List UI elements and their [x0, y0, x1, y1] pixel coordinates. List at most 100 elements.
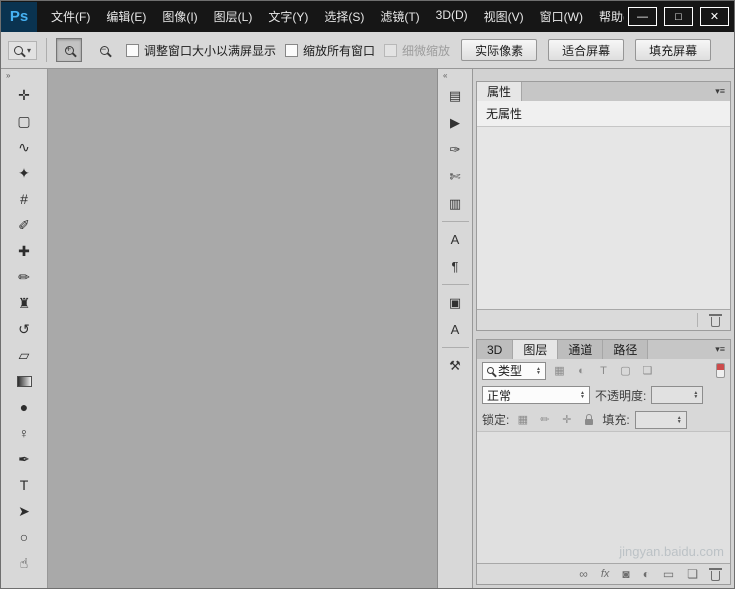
trash-icon[interactable]	[711, 317, 720, 327]
ellipse-tool[interactable]: ○	[4, 524, 44, 550]
link-layers-icon[interactable]: ∞	[579, 567, 588, 581]
dock-drag-bar[interactable]	[476, 69, 731, 81]
delete-layer-icon[interactable]	[711, 571, 720, 581]
tool-options-bar: ▾ + − 调整窗口大小以满屏显示 缩放所有窗口 细微缩放 实际像素 适合屏幕 …	[1, 32, 734, 69]
document-canvas-area[interactable]	[48, 69, 438, 588]
pen-tool[interactable]: ✒	[4, 446, 44, 472]
menu-edit[interactable]: 编辑(E)	[98, 1, 154, 32]
resize-windows-checkbox[interactable]: 调整窗口大小以满屏显示	[126, 42, 276, 59]
zoom-out-button[interactable]: −	[91, 38, 117, 62]
quick-selection-tool[interactable]: ✦	[4, 160, 44, 186]
layer-comps-icon[interactable]: ▣	[441, 289, 469, 316]
move-tool[interactable]: ✛	[4, 82, 44, 108]
menu-window[interactable]: 窗口(W)	[532, 1, 591, 32]
eraser-tool[interactable]: ▱	[4, 342, 44, 368]
menu-layer[interactable]: 图层(L)	[206, 1, 261, 32]
brush-presets-icon[interactable]: ✑	[441, 136, 469, 163]
properties-body	[477, 127, 730, 309]
shape-layer-filter-icon[interactable]: ▢	[617, 363, 634, 379]
layer-filter-toggle[interactable]	[716, 363, 725, 378]
layer-mask-icon[interactable]: ◙	[622, 567, 629, 581]
character-panel-icon[interactable]: A	[441, 226, 469, 253]
lock-label: 锁定:	[482, 411, 509, 428]
lock-image-pixels-icon[interactable]: ✏	[536, 412, 553, 428]
layer-group-icon[interactable]: ▭	[663, 567, 674, 581]
brush-settings-icon[interactable]: ▤	[441, 82, 469, 109]
tab-layers[interactable]: 图层	[513, 340, 558, 359]
path-selection-tool[interactable]: ➤	[4, 498, 44, 524]
toolbox-collapse-button[interactable]: »	[1, 69, 47, 82]
layers-list[interactable]: jingyan.baidu.com	[477, 431, 730, 563]
minimize-button[interactable]: —	[628, 7, 657, 26]
dodge-tool[interactable]: ♀	[4, 420, 44, 446]
tab-paths[interactable]: 路径	[603, 340, 648, 359]
menu-3d[interactable]: 3D(D)	[428, 1, 476, 32]
panel-menu-icon[interactable]: ▾≡	[710, 82, 730, 101]
menu-filter[interactable]: 滤镜(T)	[372, 1, 427, 32]
gradient-icon	[17, 376, 32, 387]
type-layer-filter-icon[interactable]: T	[595, 363, 612, 379]
lock-position-icon[interactable]: ✛	[558, 412, 575, 428]
gradient-tool[interactable]	[4, 368, 44, 394]
hand-tool[interactable]: ☝	[4, 550, 44, 576]
menu-file[interactable]: 文件(F)	[43, 1, 98, 32]
watermark-text: jingyan.baidu.com	[619, 544, 724, 559]
paragraph-panel-icon[interactable]: ¶	[441, 253, 469, 280]
fit-screen-button[interactable]: 适合屏幕	[548, 39, 624, 61]
menu-select[interactable]: 选择(S)	[316, 1, 372, 32]
layer-effects-icon[interactable]: fx	[601, 568, 610, 580]
lock-all-icon[interactable]	[580, 412, 597, 428]
panel-dock-expand-button[interactable]: «	[438, 69, 472, 82]
tool-preset-picker[interactable]: ▾	[8, 41, 37, 60]
menu-help[interactable]: 帮助(H)	[591, 1, 624, 32]
lasso-tool[interactable]: ∿	[4, 134, 44, 160]
opacity-label: 不透明度:	[595, 387, 646, 404]
smart-object-filter-icon[interactable]: ❏	[639, 363, 656, 379]
filter-type-label: 类型	[498, 362, 522, 379]
divider	[697, 313, 698, 327]
zoom-all-windows-checkbox[interactable]: 缩放所有窗口	[285, 42, 375, 59]
tab-properties[interactable]: 属性	[477, 82, 522, 101]
measure-log-icon[interactable]: ▥	[441, 190, 469, 217]
new-layer-icon[interactable]: ❏	[687, 567, 698, 581]
fill-label: 填充:	[602, 411, 629, 428]
zoom-in-button[interactable]: +	[56, 38, 82, 62]
crop-tool[interactable]: #	[4, 186, 44, 212]
adjustment-layer-icon[interactable]: ◐	[643, 567, 650, 581]
actual-pixels-button[interactable]: 实际像素	[461, 39, 537, 61]
panel-menu-icon[interactable]: ▾≡	[710, 340, 730, 359]
blur-tool[interactable]: ●	[4, 394, 44, 420]
tab-3d[interactable]: 3D	[477, 340, 513, 359]
actions-icon[interactable]: ▶	[441, 109, 469, 136]
character-styles-icon[interactable]: A	[441, 316, 469, 343]
menu-image[interactable]: 图像(I)	[154, 1, 205, 32]
checkbox-icon	[285, 44, 298, 57]
maximize-button[interactable]: □	[664, 7, 693, 26]
blend-mode-dropdown[interactable]: 正常	[482, 386, 590, 404]
eyedropper-tool[interactable]: ✐	[4, 212, 44, 238]
clone-stamp-tool[interactable]: ♜	[4, 290, 44, 316]
search-icon	[487, 367, 494, 374]
type-tool[interactable]: T	[4, 472, 44, 498]
tab-channels[interactable]: 通道	[558, 340, 603, 359]
pixel-layer-filter-icon[interactable]: ▦	[551, 363, 568, 379]
brush-tool[interactable]: ✏	[4, 264, 44, 290]
fill-screen-button[interactable]: 填充屏幕	[635, 39, 711, 61]
close-button[interactable]: ✕	[700, 7, 729, 26]
divider	[442, 221, 469, 222]
dropdown-arrows-icon	[580, 391, 585, 399]
zoom-out-icon: −	[100, 46, 109, 55]
history-brush-tool[interactable]: ↺	[4, 316, 44, 342]
layer-filter-type-dropdown[interactable]: 类型	[482, 362, 546, 380]
spot-healing-brush-tool[interactable]: ✚	[4, 238, 44, 264]
rectangular-marquee-tool[interactable]: ▢	[4, 108, 44, 134]
menu-type[interactable]: 文字(Y)	[260, 1, 316, 32]
adjustment-layer-filter-icon[interactable]: ◐	[573, 363, 590, 379]
lock-transparent-pixels-icon[interactable]: ▦	[514, 412, 531, 428]
zoom-in-icon: +	[65, 46, 74, 55]
menu-view[interactable]: 视图(V)	[476, 1, 532, 32]
no-properties-label: 无属性	[486, 105, 522, 122]
tool-presets-icon[interactable]: ⚒	[441, 352, 469, 379]
photoshop-window: Ps 文件(F) 编辑(E) 图像(I) 图层(L) 文字(Y) 选择(S) 滤…	[0, 0, 735, 589]
clone-source-icon[interactable]: ✄	[441, 163, 469, 190]
